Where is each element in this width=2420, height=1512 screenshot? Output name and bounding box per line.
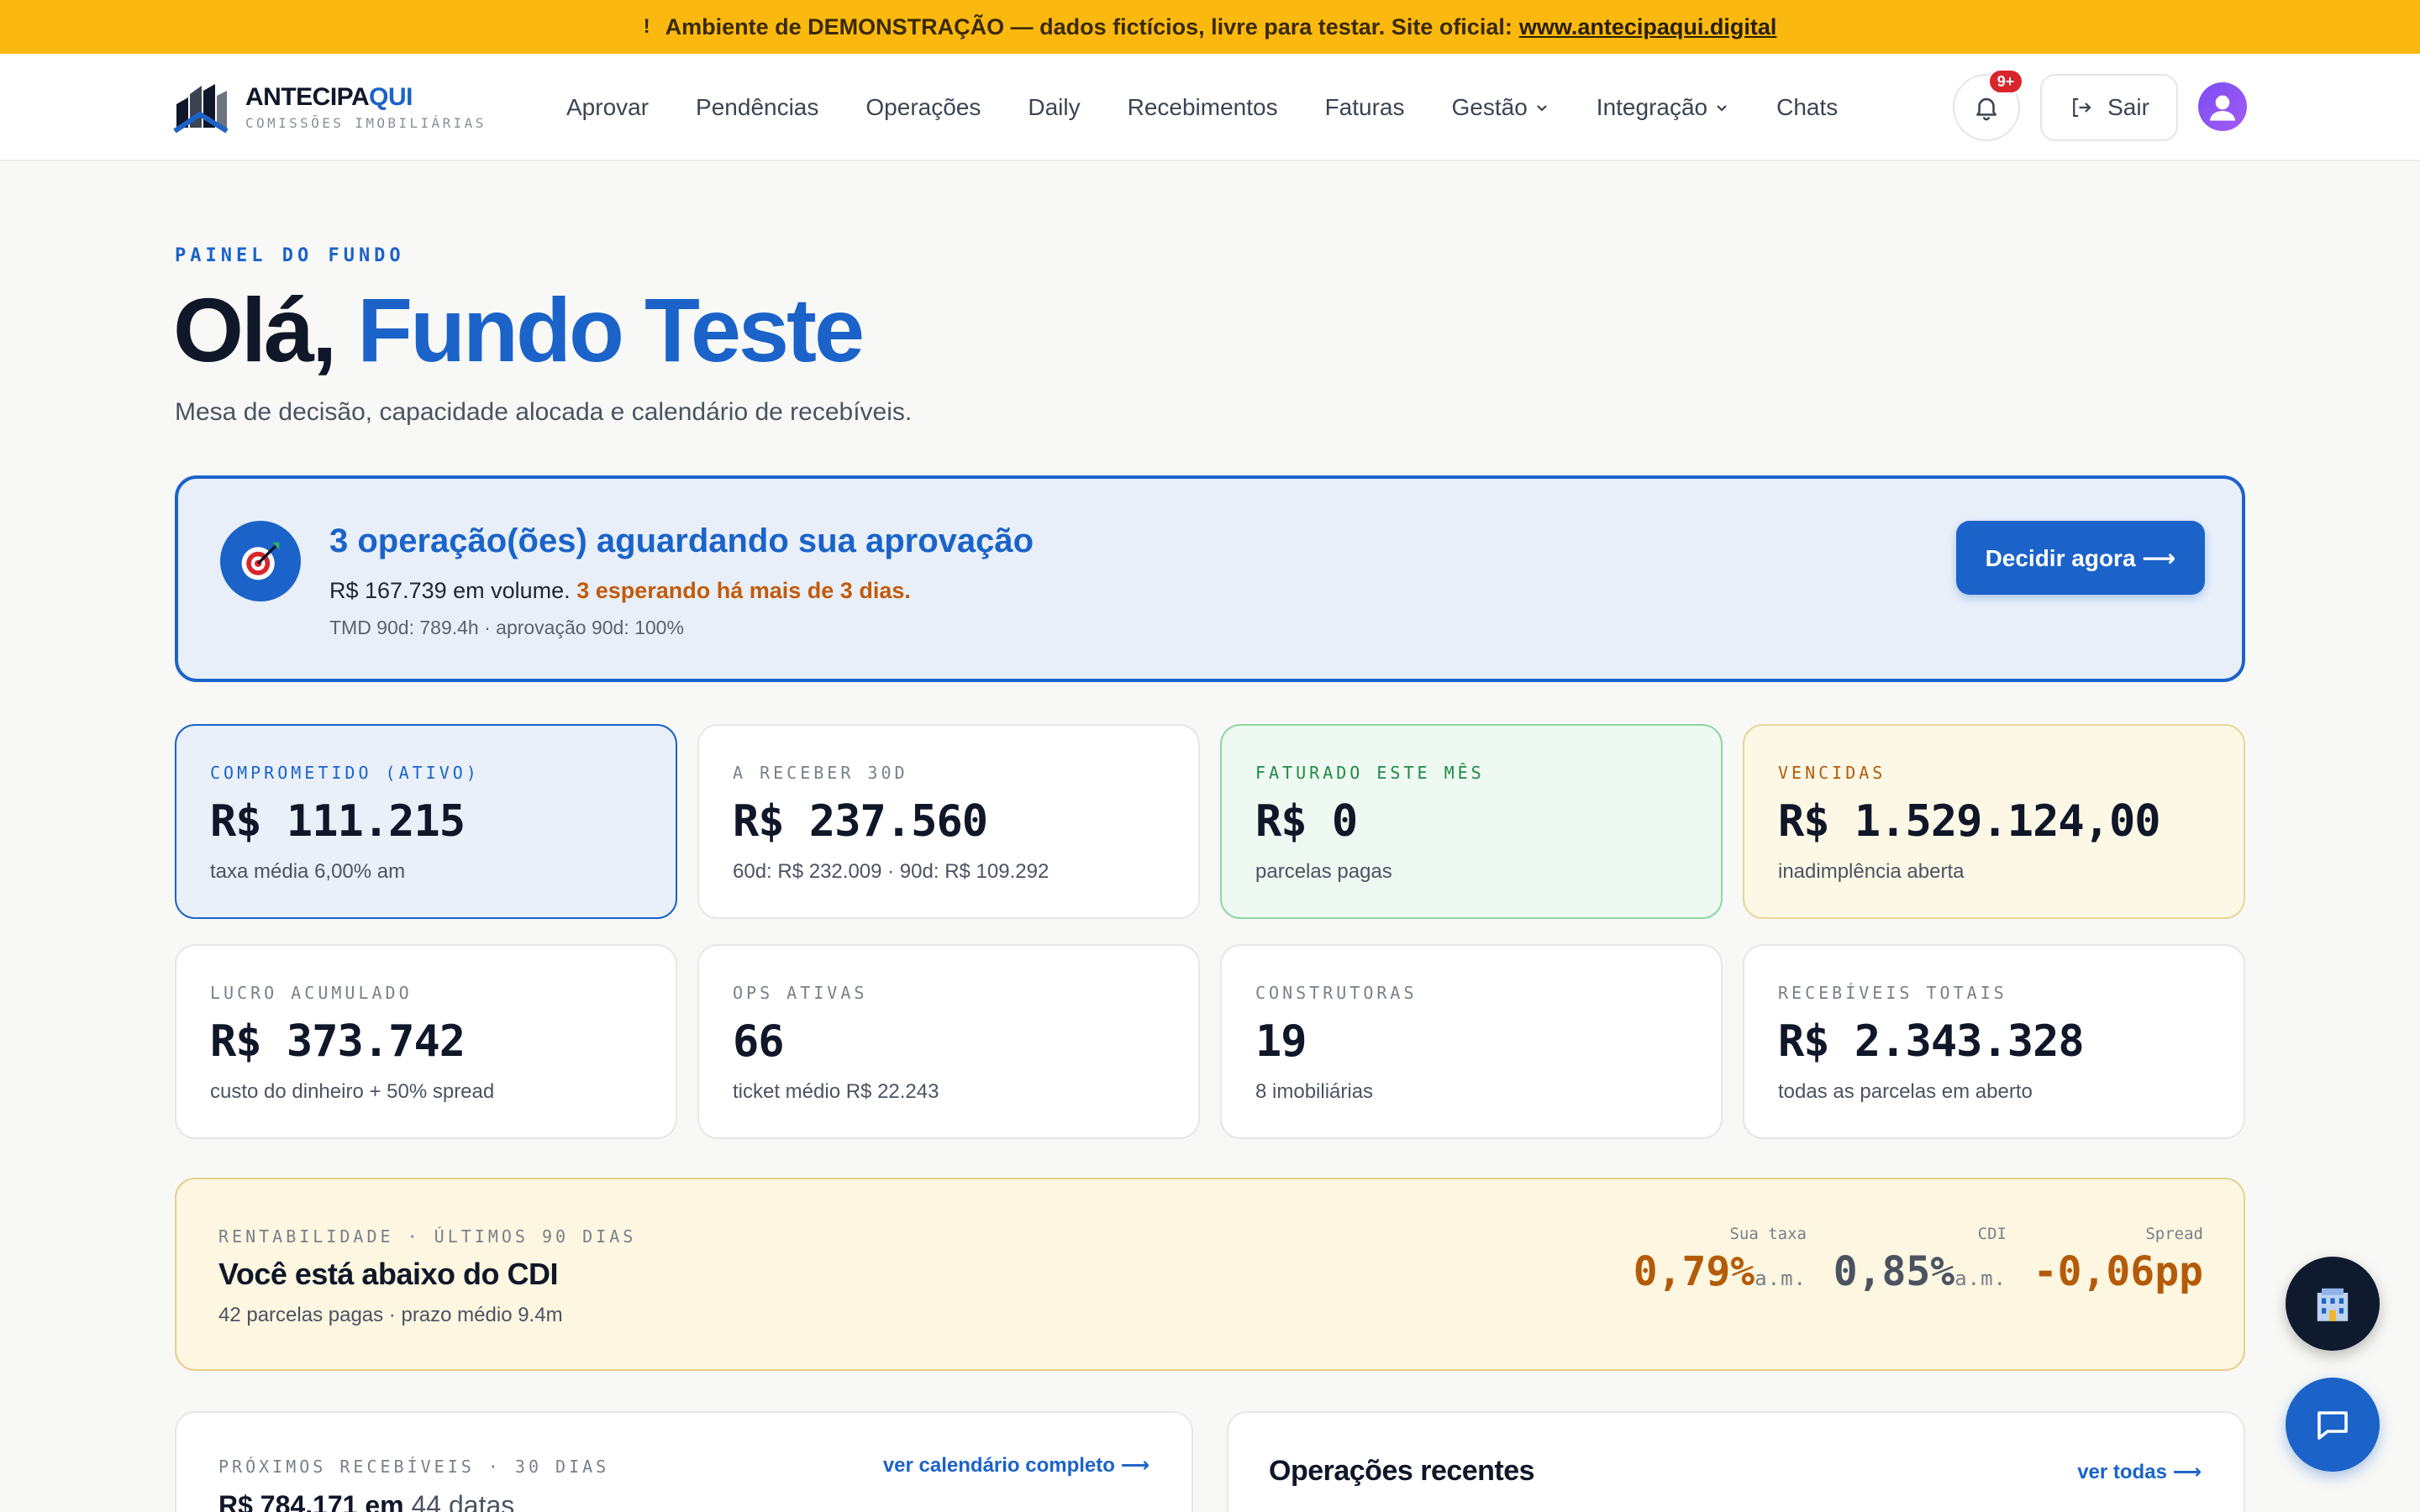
- user-avatar[interactable]: [2198, 82, 2247, 131]
- stat-sub: taxa média 6,00% am: [210, 860, 406, 883]
- bell-icon: [1976, 97, 1996, 121]
- stat-card-ops-ativas[interactable]: OPS ATIVAS 66 ticket médio R$ 22.243: [697, 944, 1200, 1139]
- stat-value: R$ 373.742: [210, 1016, 466, 1067]
- top-header: ANTECIPAQUI COMISSÕES IMOBILIÁRIAS Aprov…: [0, 54, 2420, 161]
- nav-item-daily[interactable]: Daily: [1028, 94, 1080, 121]
- assistant-button[interactable]: [2286, 1257, 2380, 1351]
- stat-sub: 60d: R$ 232.009 · 90d: R$ 109.292: [733, 860, 1050, 883]
- stat-value: R$ 0: [1255, 796, 1358, 847]
- nav-item-aprovar[interactable]: Aprovar: [566, 94, 649, 121]
- brand-name: ANTECIPAQUI: [245, 82, 413, 111]
- nav-item-gestao[interactable]: Gestão: [1452, 94, 1549, 121]
- nav-item-operacoes[interactable]: Operações: [865, 94, 981, 121]
- main-nav: Aprovar Pendências Operações Daily Receb…: [566, 54, 1885, 161]
- stat-label: COMPROMETIDO (ATIVO): [210, 763, 480, 783]
- stat-value: R$ 111.215: [210, 796, 466, 847]
- pending-approval-alert: 3 operação(ões) aguardando sua aprovação…: [175, 475, 2245, 682]
- profitability-headline: Você está abaixo do CDI: [218, 1257, 558, 1291]
- stat-card-lucro[interactable]: LUCRO ACUMULADO R$ 373.742 custo do dinh…: [175, 944, 677, 1139]
- nav-item-pendencias[interactable]: Pendências: [696, 94, 818, 121]
- chat-bubble-icon: [2317, 1411, 2348, 1440]
- warning-icon: !: [643, 15, 650, 38]
- recent-operations-title: Operações recentes: [1269, 1455, 1535, 1487]
- stat-label: OPS ATIVAS: [733, 983, 868, 1003]
- stat-sub: todas as parcelas em aberto: [1778, 1080, 2033, 1103]
- logout-icon: [2073, 97, 2091, 118]
- profitability-sub: 42 parcelas pagas · prazo médio 9.4m: [218, 1304, 563, 1326]
- stat-value: R$ 2.343.328: [1778, 1016, 2085, 1067]
- stat-card-recebiveis-totais[interactable]: RECEBÍVEIS TOTAIS R$ 2.343.328 todas as …: [1743, 944, 2245, 1139]
- page-eyebrow: PAINEL DO FUNDO: [175, 245, 405, 266]
- official-site-link[interactable]: www.antecipaqui.digital: [1519, 14, 1777, 40]
- stat-card-faturado[interactable]: FATURADO ESTE MÊS R$ 0 parcelas pagas: [1220, 724, 1723, 919]
- stat-sub: 8 imobiliárias: [1255, 1080, 1374, 1103]
- stat-label: VENCIDAS: [1778, 763, 1886, 783]
- chevron-down-icon: [1537, 105, 1547, 112]
- stat-value: R$ 237.560: [733, 796, 988, 847]
- demo-banner: ! Ambiente de DEMONSTRAÇÃO — dados fictí…: [0, 0, 2420, 54]
- banner-text: Ambiente de DEMONSTRAÇÃO — dados fictíci…: [665, 13, 1512, 39]
- chevron-down-icon: [1717, 105, 1727, 112]
- stat-sub: ticket médio R$ 22.243: [733, 1080, 939, 1103]
- target-icon: [220, 521, 301, 601]
- notifications-button[interactable]: 9+: [1953, 69, 2023, 141]
- stat-card-construtoras[interactable]: CONSTRUTORAS 19 8 imobiliárias: [1220, 944, 1723, 1139]
- alert-body: R$ 167.739 em volume. 3 esperando há mai…: [329, 578, 911, 603]
- stat-value: 19: [1255, 1016, 1307, 1067]
- buildings-logo-icon: [173, 84, 229, 134]
- stat-label: LUCRO ACUMULADO: [210, 983, 413, 1003]
- brand-logo[interactable]: ANTECIPAQUI COMISSÕES IMOBILIÁRIAS: [173, 79, 487, 134]
- upcoming-receivables-panel: PRÓXIMOS RECEBÍVEIS · 30 DIAS ver calend…: [175, 1411, 1193, 1512]
- stat-sub: parcelas pagas: [1255, 860, 1392, 883]
- user-icon: [2210, 95, 2235, 121]
- nav-item-faturas[interactable]: Faturas: [1325, 94, 1405, 121]
- stat-label: RECEBÍVEIS TOTAIS: [1778, 983, 2007, 1003]
- logout-button[interactable]: Sair: [2040, 74, 2178, 141]
- stat-label: A RECEBER 30D: [733, 763, 908, 783]
- metric-spread: Spread -0,06pp: [2033, 1225, 2203, 1295]
- stat-card-a-receber[interactable]: A RECEBER 30D R$ 237.560 60d: R$ 232.009…: [697, 724, 1200, 919]
- stat-label: CONSTRUTORAS: [1255, 983, 1418, 1003]
- stat-card-comprometido[interactable]: COMPROMETIDO (ATIVO) R$ 111.215 taxa méd…: [175, 724, 677, 919]
- metric-cdi: CDI 0,85%a.m.: [1833, 1225, 2007, 1295]
- stat-sub: inadimplência aberta: [1778, 860, 1965, 883]
- profitability-panel: RENTABILIDADE · ÚLTIMOS 90 DIAS Você est…: [175, 1178, 2245, 1371]
- stat-sub: custo do dinheiro + 50% spread: [210, 1080, 495, 1103]
- stat-card-vencidas[interactable]: VENCIDAS R$ 1.529.124,00 inadimplência a…: [1743, 724, 2245, 919]
- view-all-link[interactable]: ver todas ⟶: [2077, 1460, 2202, 1484]
- receivables-amount: R$ 784.171 em 44 datas: [218, 1490, 515, 1512]
- decide-now-button[interactable]: Decidir agora ⟶: [1956, 521, 2205, 595]
- alert-meta: TMD 90d: 789.4h · aprovação 90d: 100%: [329, 617, 684, 638]
- chat-button[interactable]: [2286, 1378, 2380, 1472]
- alert-title: 3 operação(ões) aguardando sua aprovação: [329, 522, 1034, 559]
- nav-item-chats[interactable]: Chats: [1776, 94, 1838, 121]
- notification-count-badge: 9+: [1988, 69, 2023, 94]
- stat-value: 66: [733, 1016, 785, 1067]
- page-subtitle: Mesa de decisão, capacidade alocada e ca…: [175, 398, 913, 426]
- nav-item-integracao[interactable]: Integração: [1597, 94, 1729, 121]
- page-title: Olá, Fundo Teste: [173, 279, 865, 381]
- recent-operations-panel: Operações recentes ver todas ⟶: [1227, 1411, 2245, 1512]
- receivables-label: PRÓXIMOS RECEBÍVEIS · 30 DIAS: [218, 1457, 610, 1477]
- nav-item-recebimentos[interactable]: Recebimentos: [1128, 94, 1278, 121]
- stat-label: FATURADO ESTE MÊS: [1255, 763, 1485, 783]
- profitability-label: RENTABILIDADE · ÚLTIMOS 90 DIAS: [218, 1226, 637, 1247]
- full-calendar-link[interactable]: ver calendário completo ⟶: [883, 1453, 1150, 1478]
- metric-sua-taxa: Sua taxa 0,79%a.m.: [1633, 1225, 1807, 1295]
- brand-tagline: COMISSÕES IMOBILIÁRIAS: [245, 114, 487, 131]
- office-building-icon: [2317, 1288, 2349, 1321]
- stat-value: R$ 1.529.124,00: [1778, 796, 2161, 847]
